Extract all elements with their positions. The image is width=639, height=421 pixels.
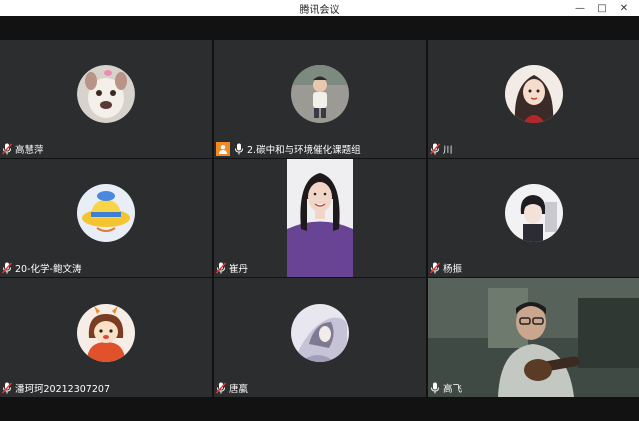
participant-video [287,159,353,277]
mic-muted-icon [216,262,226,274]
participant-label: 潘珂珂20212307207 [2,381,110,395]
participant-tile[interactable]: 杨振 [428,159,639,277]
participant-name: 崔丹 [229,264,249,275]
cartoon-hat-avatar-icon [77,184,135,242]
participant-tile[interactable]: 高飞 [428,278,639,397]
participant-name: 川 [443,145,453,156]
mic-muted-icon [430,143,440,155]
mic-icon [430,382,440,394]
participant-tile[interactable]: 川 [428,40,639,158]
host-badge-icon [216,142,230,156]
dog-avatar-icon [77,65,135,123]
participant-label: 高慧萍 [2,142,44,156]
title-bar: 腾讯会议 — □ ✕ [0,0,639,16]
minimize-icon[interactable]: — [571,0,589,16]
video-grid: 高慧萍 2.碳中和与环境催化课题组 川 20-化学-鲍文涛 崔丹 杨振 潘珂珂2… [0,40,639,397]
mic-muted-icon [2,143,12,155]
participant-name: 高慧萍 [15,145,44,156]
mic-muted-icon [2,382,12,394]
participant-tile[interactable]: 潘珂珂20212307207 [0,278,212,397]
anime-boy-avatar-icon [504,184,563,242]
mic-muted-icon [430,262,440,274]
participant-name: 杨振 [443,264,463,275]
participant-label: 崔丹 [216,261,248,275]
window-controls: — □ ✕ [567,0,633,16]
top-toolbar [0,16,639,40]
participant-label: 高飞 [430,381,462,395]
participant-name: 唐嬴 [229,384,249,395]
participant-label: 20-化学-鲍文涛 [2,261,81,275]
child-photo-avatar-icon [291,65,349,123]
participant-label: 2.碳中和与环境催化课题组 [216,142,361,156]
participant-tile[interactable]: 2.碳中和与环境催化课题组 [214,40,426,158]
mic-icon [234,143,244,155]
participant-name: 潘珂珂20212307207 [15,384,110,395]
participant-tile[interactable]: 高慧萍 [0,40,212,158]
participant-name: 20-化学-鲍文涛 [15,264,82,275]
mic-muted-icon [2,262,12,274]
participant-video [428,278,639,397]
cartoon-girl-orange-avatar-icon [77,303,135,362]
participant-label: 杨振 [430,261,462,275]
maximize-icon[interactable]: □ [593,0,611,16]
participant-name: 高飞 [443,384,463,395]
participant-tile[interactable]: 唐嬴 [214,278,426,397]
anime-art-avatar-icon [291,303,349,362]
participant-tile[interactable]: 20-化学-鲍文涛 [0,159,212,277]
participant-name: 2.碳中和与环境催化课题组 [247,145,361,156]
close-icon[interactable]: ✕ [615,0,633,16]
participant-label: 川 [430,142,453,156]
participant-tile[interactable]: 崔丹 [214,159,426,277]
mic-muted-icon [216,382,226,394]
cartoon-girl-avatar-icon [504,65,563,123]
window-title: 腾讯会议 [299,4,340,16]
participant-label: 唐嬴 [216,381,248,395]
bottom-toolbar [0,397,639,421]
